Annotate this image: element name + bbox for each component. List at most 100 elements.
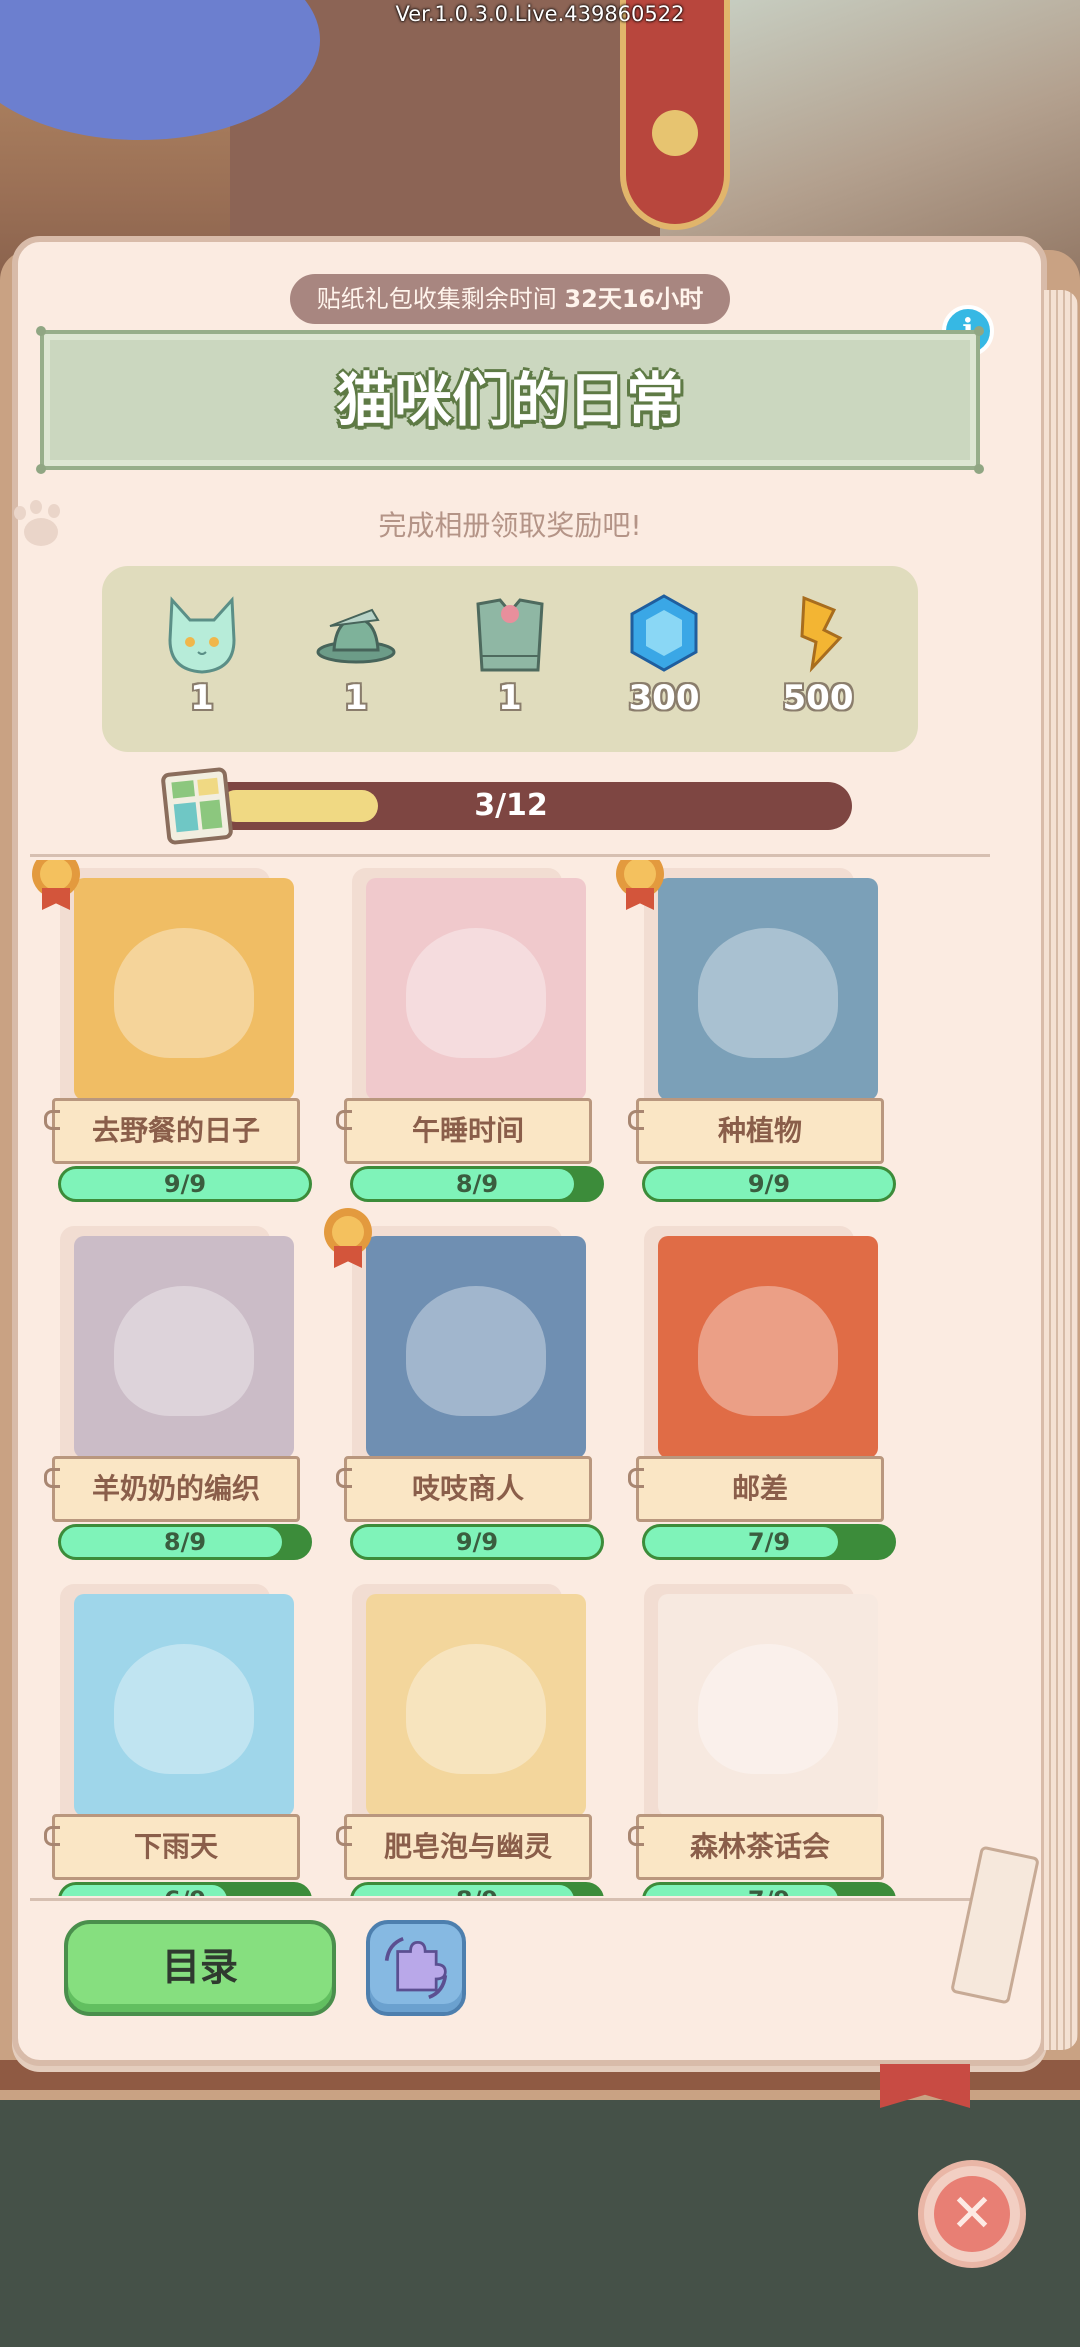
timer-label: 贴纸礼包收集剩余时间 xyxy=(316,285,557,313)
album-card[interactable]: 邮差 7/9 xyxy=(614,1218,896,1560)
puzzle-swap-button[interactable] xyxy=(366,1920,466,2016)
album-card[interactable]: 下雨天 6/9 xyxy=(30,1576,312,1896)
bookmark-ribbon xyxy=(880,2064,970,2108)
album-art xyxy=(658,1236,878,1458)
album-illustration xyxy=(698,1644,838,1774)
album-icon xyxy=(160,766,234,846)
album-title: 下雨天 xyxy=(52,1814,300,1880)
paper-clip xyxy=(628,1826,644,1846)
album-card[interactable]: 森林茶话会 7/9 xyxy=(614,1576,896,1896)
cat-skin-icon xyxy=(168,596,236,674)
album-title: 森林茶话会 xyxy=(636,1814,884,1880)
completion-medal-icon xyxy=(322,1208,374,1268)
paper-clip xyxy=(336,1468,352,1488)
album-progress-text: 9/9 xyxy=(163,1170,207,1198)
reward-qty: 500 xyxy=(782,678,854,718)
album-card[interactable]: 去野餐的日子 9/9 xyxy=(30,860,312,1202)
sticker-pack-timer: 贴纸礼包收集剩余时间 32天16小时 xyxy=(290,274,730,324)
paper-clip xyxy=(44,1826,60,1846)
reward-item[interactable]: 1 xyxy=(296,590,416,730)
album-card[interactable]: 羊奶奶的编织 8/9 xyxy=(30,1218,312,1560)
divider-bottom xyxy=(30,1898,990,1901)
album-progress-text: 6/9 xyxy=(61,1885,309,1896)
vest-icon xyxy=(476,598,544,672)
version-text: Ver.1.0.3.0.Live.439860522 xyxy=(395,2,685,26)
reward-item[interactable]: 1 xyxy=(142,590,262,730)
album-progress-text: 8/9 xyxy=(353,1885,601,1896)
album-progress: 8/9 xyxy=(350,1882,604,1896)
album-progress-text: 9/9 xyxy=(747,1170,791,1198)
reward-item[interactable]: 1 xyxy=(450,590,570,730)
album-illustration xyxy=(406,1644,546,1774)
title-banner: 猫咪们的日常 xyxy=(36,326,984,474)
paper-clip xyxy=(44,1110,60,1130)
paper-clip xyxy=(628,1468,644,1488)
reward-qty: 300 xyxy=(628,678,700,718)
album-card[interactable]: 肥皂泡与幽灵 8/9 xyxy=(322,1576,604,1896)
album-art xyxy=(658,878,878,1100)
close-icon: ✕ xyxy=(950,2184,994,2244)
album-progress-text: 8/9 xyxy=(163,1528,207,1556)
album-progress: 9/9 xyxy=(350,1524,604,1560)
timer-value: 32天16小时 xyxy=(564,285,704,313)
puzzle-swap-icon xyxy=(384,1936,448,2000)
reward-panel: 1 1 1 300 500 xyxy=(102,566,918,752)
album-card[interactable]: 吱吱商人 9/9 xyxy=(322,1208,604,1560)
hanging-banner xyxy=(620,0,730,230)
album-title: 羊奶奶的编织 xyxy=(52,1456,300,1522)
album-title: 邮差 xyxy=(636,1456,884,1522)
paper-clip xyxy=(628,1110,644,1130)
page-edge xyxy=(1044,290,1078,2050)
reward-item[interactable]: 300 xyxy=(604,590,724,730)
album-illustration xyxy=(406,1286,546,1416)
album-grid: 去野餐的日子 9/9 午睡时间 8/9 种植物 9/9 羊奶奶的编织 8/9 吱吱商人 9/9 邮差… xyxy=(30,860,990,1896)
album-progress: 6/9 xyxy=(58,1882,312,1896)
hat-icon xyxy=(316,608,396,664)
album-illustration xyxy=(698,928,838,1058)
album-progress: 8/9 xyxy=(58,1524,312,1560)
album-progress: 9/9 xyxy=(642,1166,896,1202)
album-card[interactable]: 种植物 9/9 xyxy=(614,860,896,1202)
album-art xyxy=(74,1594,294,1816)
page-title: 猫咪们的日常 xyxy=(335,366,684,434)
album-progress-text: 7/9 xyxy=(645,1885,893,1896)
completion-medal-icon xyxy=(614,860,666,910)
album-art xyxy=(366,1236,586,1458)
paper-clip xyxy=(336,1110,352,1130)
reward-qty: 1 xyxy=(190,678,214,718)
album-progress: 8/9 xyxy=(350,1166,604,1202)
album-illustration xyxy=(114,1286,254,1416)
subtitle: 完成相册领取奖励吧! xyxy=(378,509,642,542)
album-progress: 7/9 xyxy=(642,1882,896,1896)
album-illustration xyxy=(698,1286,838,1416)
album-art xyxy=(658,1594,878,1816)
album-art xyxy=(366,1594,586,1816)
album-progress-text: 9/9 xyxy=(455,1528,499,1556)
catalog-button[interactable]: 目录 xyxy=(64,1920,336,2016)
divider-top xyxy=(30,854,990,857)
completion-medal-icon xyxy=(30,860,82,910)
close-button[interactable]: ✕ xyxy=(918,2160,1026,2268)
gem-icon xyxy=(630,594,698,672)
album-art xyxy=(74,1236,294,1458)
album-illustration xyxy=(406,928,546,1058)
album-illustration xyxy=(114,928,254,1058)
album-card[interactable]: 午睡时间 8/9 xyxy=(322,860,604,1202)
reward-qty: 1 xyxy=(344,678,368,718)
album-illustration xyxy=(114,1644,254,1774)
album-title: 午睡时间 xyxy=(344,1098,592,1164)
reward-item[interactable]: 500 xyxy=(758,590,878,730)
reward-qty: 1 xyxy=(498,678,522,718)
album-art xyxy=(74,878,294,1100)
album-title: 种植物 xyxy=(636,1098,884,1164)
album-title: 肥皂泡与幽灵 xyxy=(344,1814,592,1880)
album-progress-text: 7/9 xyxy=(747,1528,791,1556)
album-progress-text: 3/12 xyxy=(474,788,548,823)
paw-print-decoration xyxy=(10,500,70,550)
album-title: 吱吱商人 xyxy=(344,1456,592,1522)
album-progress-bar: 3/12 xyxy=(170,782,852,830)
paper-clip xyxy=(336,1826,352,1846)
album-title: 去野餐的日子 xyxy=(52,1098,300,1164)
album-art xyxy=(366,878,586,1100)
album-progress-text: 8/9 xyxy=(455,1170,499,1198)
